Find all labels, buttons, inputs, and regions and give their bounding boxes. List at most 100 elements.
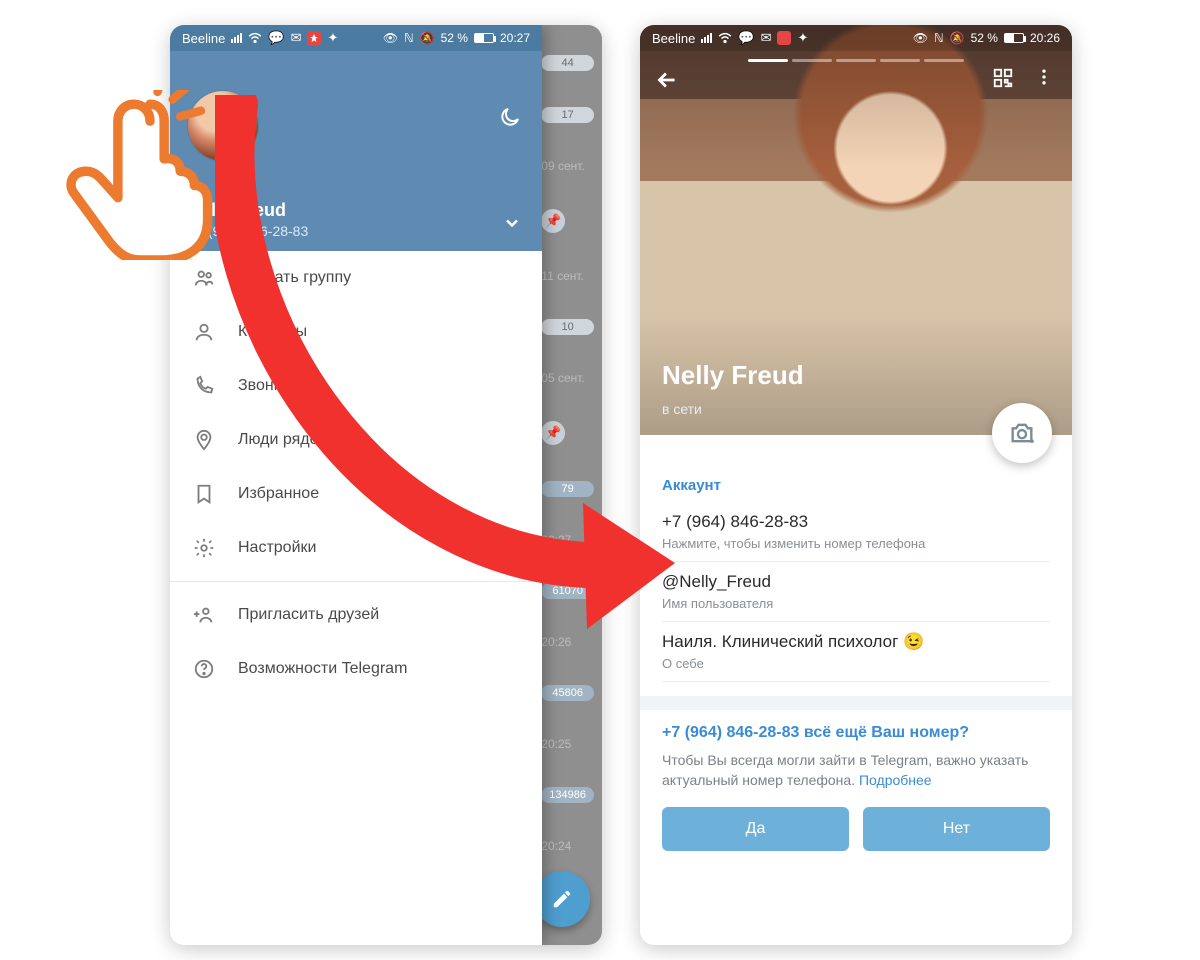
menu-label: Создать группу xyxy=(238,269,351,287)
unread-badge: 61070 xyxy=(541,583,594,599)
menu-item-settings[interactable]: Настройки xyxy=(170,521,542,575)
profile-status: в сети xyxy=(662,401,702,417)
drawer-user-phone: +7 (964) 846-28-83 xyxy=(188,223,524,239)
sparkle-icon: ✦ xyxy=(327,30,338,46)
screenshot-left: 44 17 09 сент. 📌 11 сент. 10 05 сент. 📌 … xyxy=(170,25,602,945)
learn-more-link[interactable]: Подробнее xyxy=(859,772,932,788)
annotation-tap-hand-icon xyxy=(48,90,218,260)
chat-list-background: 44 17 09 сент. 📌 11 сент. 10 05 сент. 📌 … xyxy=(542,25,602,945)
unread-badge: 45806 xyxy=(541,685,594,701)
battery-icon xyxy=(1004,33,1024,43)
menu-item-invite-friends[interactable]: Пригласить друзей xyxy=(170,588,542,642)
nearby-icon xyxy=(192,429,216,451)
profile-hero-photo[interactable]: Beeline 💬 ✉ ✦ 👁 ℕ 🔕 52 % 20:26 xyxy=(640,25,1072,435)
username-hint: Имя пользователя xyxy=(662,596,1050,611)
battery-percent: 52 % xyxy=(971,31,998,45)
saved-icon xyxy=(192,483,216,505)
phone-value: +7 (964) 846-28-83 xyxy=(662,512,1050,532)
chat-date: 11 сент. xyxy=(541,269,594,283)
drawer-header: Nelly Freud +7 (964) 846-28-83 xyxy=(170,51,542,251)
menu-label: Звонки xyxy=(238,377,290,395)
change-photo-button[interactable] xyxy=(992,403,1052,463)
eye-icon: 👁 xyxy=(383,31,398,45)
status-bar: Beeline 💬 ✉ ✦ 👁 ℕ 🔕 52 % 20:26 xyxy=(640,25,1072,51)
chat-time: 20:26 xyxy=(541,635,594,649)
message-icon: ✉ xyxy=(291,30,302,46)
signal-icon xyxy=(701,33,712,43)
settings-icon xyxy=(192,537,216,559)
chat-date: 09 сент. xyxy=(541,159,594,173)
photo-page-indicator xyxy=(748,59,964,62)
help-icon xyxy=(192,658,216,680)
chat-date: 05 сент. xyxy=(541,371,594,385)
group-icon xyxy=(192,267,216,289)
bell-off-icon: 🔕 xyxy=(420,31,435,45)
clock-label: 20:26 xyxy=(1030,31,1060,45)
row-phone-number[interactable]: +7 (964) 846-28-83 Нажмите, чтобы измени… xyxy=(662,502,1050,562)
chat-time: 20:27 xyxy=(541,533,594,547)
signal-icon xyxy=(231,33,242,43)
confirm-yes-button[interactable]: Да xyxy=(662,807,849,851)
navigation-drawer: Beeline 💬 ✉ ✦ 👁 ℕ 🔕 52 % 20:27 xyxy=(170,25,542,945)
confirm-phone-title: +7 (964) 846-28-83 всё ещё Ваш номер? xyxy=(662,724,1050,742)
section-separator xyxy=(640,696,1072,710)
menu-item-telegram-faq[interactable]: Возможности Telegram xyxy=(170,642,542,696)
pin-icon: 📌 xyxy=(541,209,565,233)
menu-item-people-nearby[interactable]: Люди рядом xyxy=(170,413,542,467)
wifi-icon xyxy=(718,32,732,44)
carrier-label: Beeline xyxy=(182,31,225,46)
nfc-icon: ℕ xyxy=(404,31,414,45)
menu-item-calls[interactable]: Звонки xyxy=(170,359,542,413)
unread-badge: 79 xyxy=(541,481,594,497)
contacts-icon xyxy=(192,321,216,343)
night-mode-toggle[interactable] xyxy=(496,103,524,131)
menu-item-new-group[interactable]: Создать группу xyxy=(170,251,542,305)
message-icon: ✉ xyxy=(761,30,772,46)
chat-bubble-icon: 💬 xyxy=(268,30,284,46)
back-button[interactable] xyxy=(654,67,680,93)
chat-bubble-icon: 💬 xyxy=(738,30,754,46)
bio-value: Наиля. Клинический психолог 😉 xyxy=(662,632,1050,652)
menu-divider xyxy=(170,581,542,582)
bell-off-icon: 🔕 xyxy=(950,31,965,45)
menu-label: Пригласить друзей xyxy=(238,606,379,624)
menu-item-contacts[interactable]: Контакты xyxy=(170,305,542,359)
unread-badge: 134986 xyxy=(541,787,594,803)
confirm-no-button[interactable]: Нет xyxy=(863,807,1050,851)
battery-percent: 52 % xyxy=(441,31,468,45)
calls-icon xyxy=(192,375,216,397)
qr-code-button[interactable] xyxy=(992,67,1014,89)
eye-icon: 👁 xyxy=(913,31,928,45)
menu-label: Люди рядом xyxy=(238,431,329,449)
drawer-user-name: Nelly Freud xyxy=(188,200,524,221)
more-options-button[interactable] xyxy=(1034,67,1054,87)
compose-fab[interactable] xyxy=(534,871,590,927)
row-username[interactable]: @Nelly_Freud Имя пользователя xyxy=(662,562,1050,622)
screenshot-right: Beeline 💬 ✉ ✦ 👁 ℕ 🔕 52 % 20:26 xyxy=(640,25,1072,945)
profile-body: Аккаунт +7 (964) 846-28-83 Нажмите, чтоб… xyxy=(640,435,1072,851)
section-title-account: Аккаунт xyxy=(662,477,1050,494)
row-bio[interactable]: Наиля. Клинический психолог 😉 О себе xyxy=(662,622,1050,682)
phone-hint: Нажмите, чтобы изменить номер телефона xyxy=(662,536,1050,551)
sparkle-icon: ✦ xyxy=(797,30,808,46)
nfc-icon: ℕ xyxy=(934,31,944,45)
wifi-icon xyxy=(248,32,262,44)
menu-item-saved-messages[interactable]: Избранное xyxy=(170,467,542,521)
clock-label: 20:27 xyxy=(500,31,530,45)
menu-label: Избранное xyxy=(238,485,319,503)
notification-app-icon xyxy=(777,31,791,45)
status-bar: Beeline 💬 ✉ ✦ 👁 ℕ 🔕 52 % 20:27 xyxy=(170,25,542,51)
profile-name: Nelly Freud xyxy=(662,360,804,391)
unread-badge: 10 xyxy=(541,319,594,335)
chat-time: 20:25 xyxy=(541,737,594,751)
drawer-menu: Создать группу Контакты Звонки Люди рядо… xyxy=(170,251,542,696)
chat-time: 20:24 xyxy=(541,839,594,853)
battery-icon xyxy=(474,33,494,43)
menu-label: Возможности Telegram xyxy=(238,660,407,678)
pin-icon: 📌 xyxy=(541,421,565,445)
unread-badge: 17 xyxy=(541,107,594,123)
username-value: @Nelly_Freud xyxy=(662,572,1050,592)
menu-label: Контакты xyxy=(238,323,307,341)
expand-accounts-button[interactable] xyxy=(502,213,522,233)
confirm-phone-text: Чтобы Вы всегда могли зайти в Telegram, … xyxy=(662,750,1050,791)
